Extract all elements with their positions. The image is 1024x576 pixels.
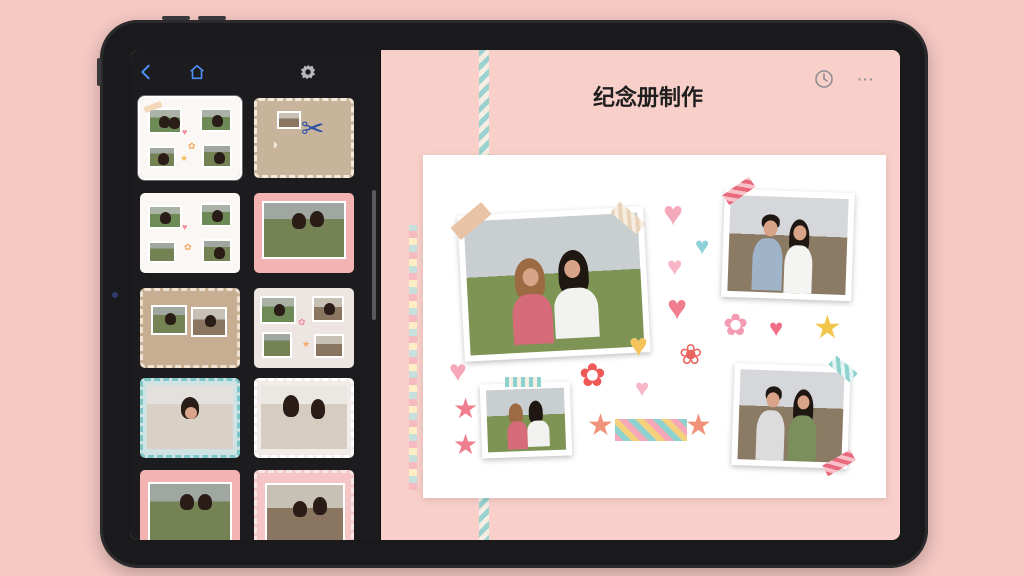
flower-sticker[interactable]: ✿ [723, 311, 748, 341]
star-sticker[interactable]: ★ [453, 395, 478, 423]
template-sidebar: ♥ ✿ ★ ✂ ◗ ♥ ✿ ✿ ★ [130, 50, 380, 540]
tablet-button [198, 16, 226, 20]
template-thumbnail-7[interactable] [140, 378, 240, 458]
camera-dot [112, 292, 118, 298]
screen: ♥ ✿ ★ ✂ ◗ ♥ ✿ ✿ ★ 纪念册制作 ··· ♥ ♥ ♥ ♥ ✿ ♥ … [130, 50, 900, 540]
template-thumbnail-2[interactable]: ✂ ◗ [254, 98, 354, 178]
sidebar-toolbar [130, 50, 380, 92]
heart-sticker[interactable]: ♥ [663, 197, 683, 231]
scrapbook-page[interactable]: ♥ ♥ ♥ ♥ ✿ ♥ ★ ♥ ❀ ♥ ✿ ♥ ★ ★ ★ ★ [423, 155, 886, 498]
flower-sticker[interactable]: ✿ [579, 359, 606, 391]
heart-sticker[interactable]: ♥ [667, 291, 687, 325]
sidebar-scrollbar[interactable] [372, 190, 376, 320]
heart-sticker[interactable]: ♥ [449, 357, 467, 387]
photo-mother-daughter-small[interactable] [479, 381, 573, 459]
template-thumbnail-9[interactable] [140, 470, 240, 540]
tablet-button [97, 58, 101, 86]
star-sticker[interactable]: ★ [685, 411, 712, 441]
heart-sticker[interactable]: ♥ [667, 253, 682, 279]
template-thumbnail-1[interactable]: ♥ ✿ ★ [138, 96, 242, 180]
tulip-sticker[interactable]: ❀ [679, 341, 702, 369]
template-thumbnail-8[interactable] [254, 378, 354, 458]
more-options-button[interactable]: ··· [855, 68, 877, 90]
photo-mother-daughter[interactable] [457, 206, 651, 362]
home-icon[interactable] [187, 62, 207, 82]
star-sticker[interactable]: ★ [453, 431, 478, 459]
clock-icon[interactable] [813, 68, 835, 90]
heart-sticker[interactable]: ♥ [695, 235, 709, 259]
star-sticker[interactable]: ★ [813, 311, 842, 343]
heart-sticker[interactable]: ♥ [635, 377, 649, 401]
template-thumbnail-6[interactable]: ✿ ★ [254, 288, 354, 368]
washi-strip-decoration [409, 225, 417, 490]
tablet-button [162, 16, 190, 20]
photo-couple-2[interactable] [731, 363, 851, 469]
template-thumbnail-4[interactable] [254, 193, 354, 273]
template-thumbnail-3[interactable]: ♥ ✿ [140, 193, 240, 273]
gear-icon[interactable] [298, 62, 318, 82]
photo-couple-1[interactable] [721, 188, 855, 302]
chevron-left-icon[interactable] [136, 62, 156, 82]
template-thumbnail-5[interactable] [140, 288, 240, 368]
washi-tape [505, 377, 541, 387]
editor-area: 纪念册制作 ··· ♥ ♥ ♥ ♥ ✿ ♥ ★ ♥ ❀ ♥ ✿ ♥ ★ ★ ★ … [381, 50, 900, 540]
heart-sticker[interactable]: ♥ [769, 317, 783, 341]
washi-tape-sticker[interactable] [615, 419, 687, 441]
star-sticker[interactable]: ★ [587, 411, 614, 441]
heart-sticker[interactable]: ♥ [629, 329, 648, 361]
template-thumbnail-10[interactable] [254, 470, 354, 540]
